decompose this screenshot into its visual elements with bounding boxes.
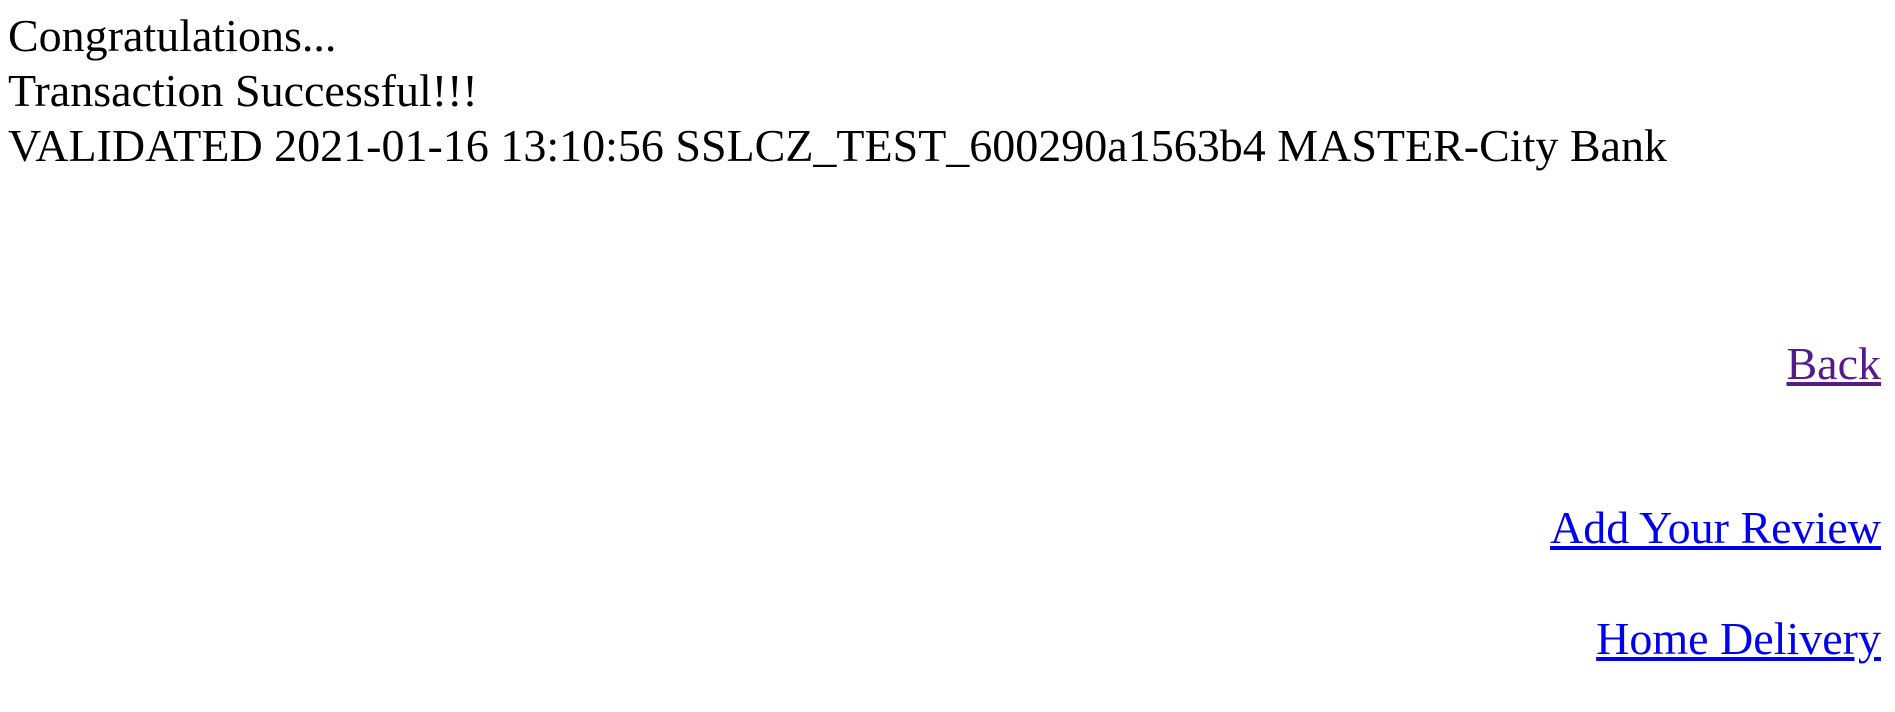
transaction-status: Congratulations... Transaction Successfu… (8, 8, 1667, 173)
transaction-details-text: VALIDATED 2021-01-16 13:10:56 SSLCZ_TEST… (8, 120, 1667, 171)
transaction-result-text: Transaction Successful!!! (8, 65, 478, 116)
back-link[interactable]: Back (1786, 336, 1881, 391)
add-review-link[interactable]: Add Your Review (1550, 500, 1881, 555)
congratulations-text: Congratulations... (8, 10, 337, 61)
home-delivery-link[interactable]: Home Delivery (1596, 611, 1881, 666)
